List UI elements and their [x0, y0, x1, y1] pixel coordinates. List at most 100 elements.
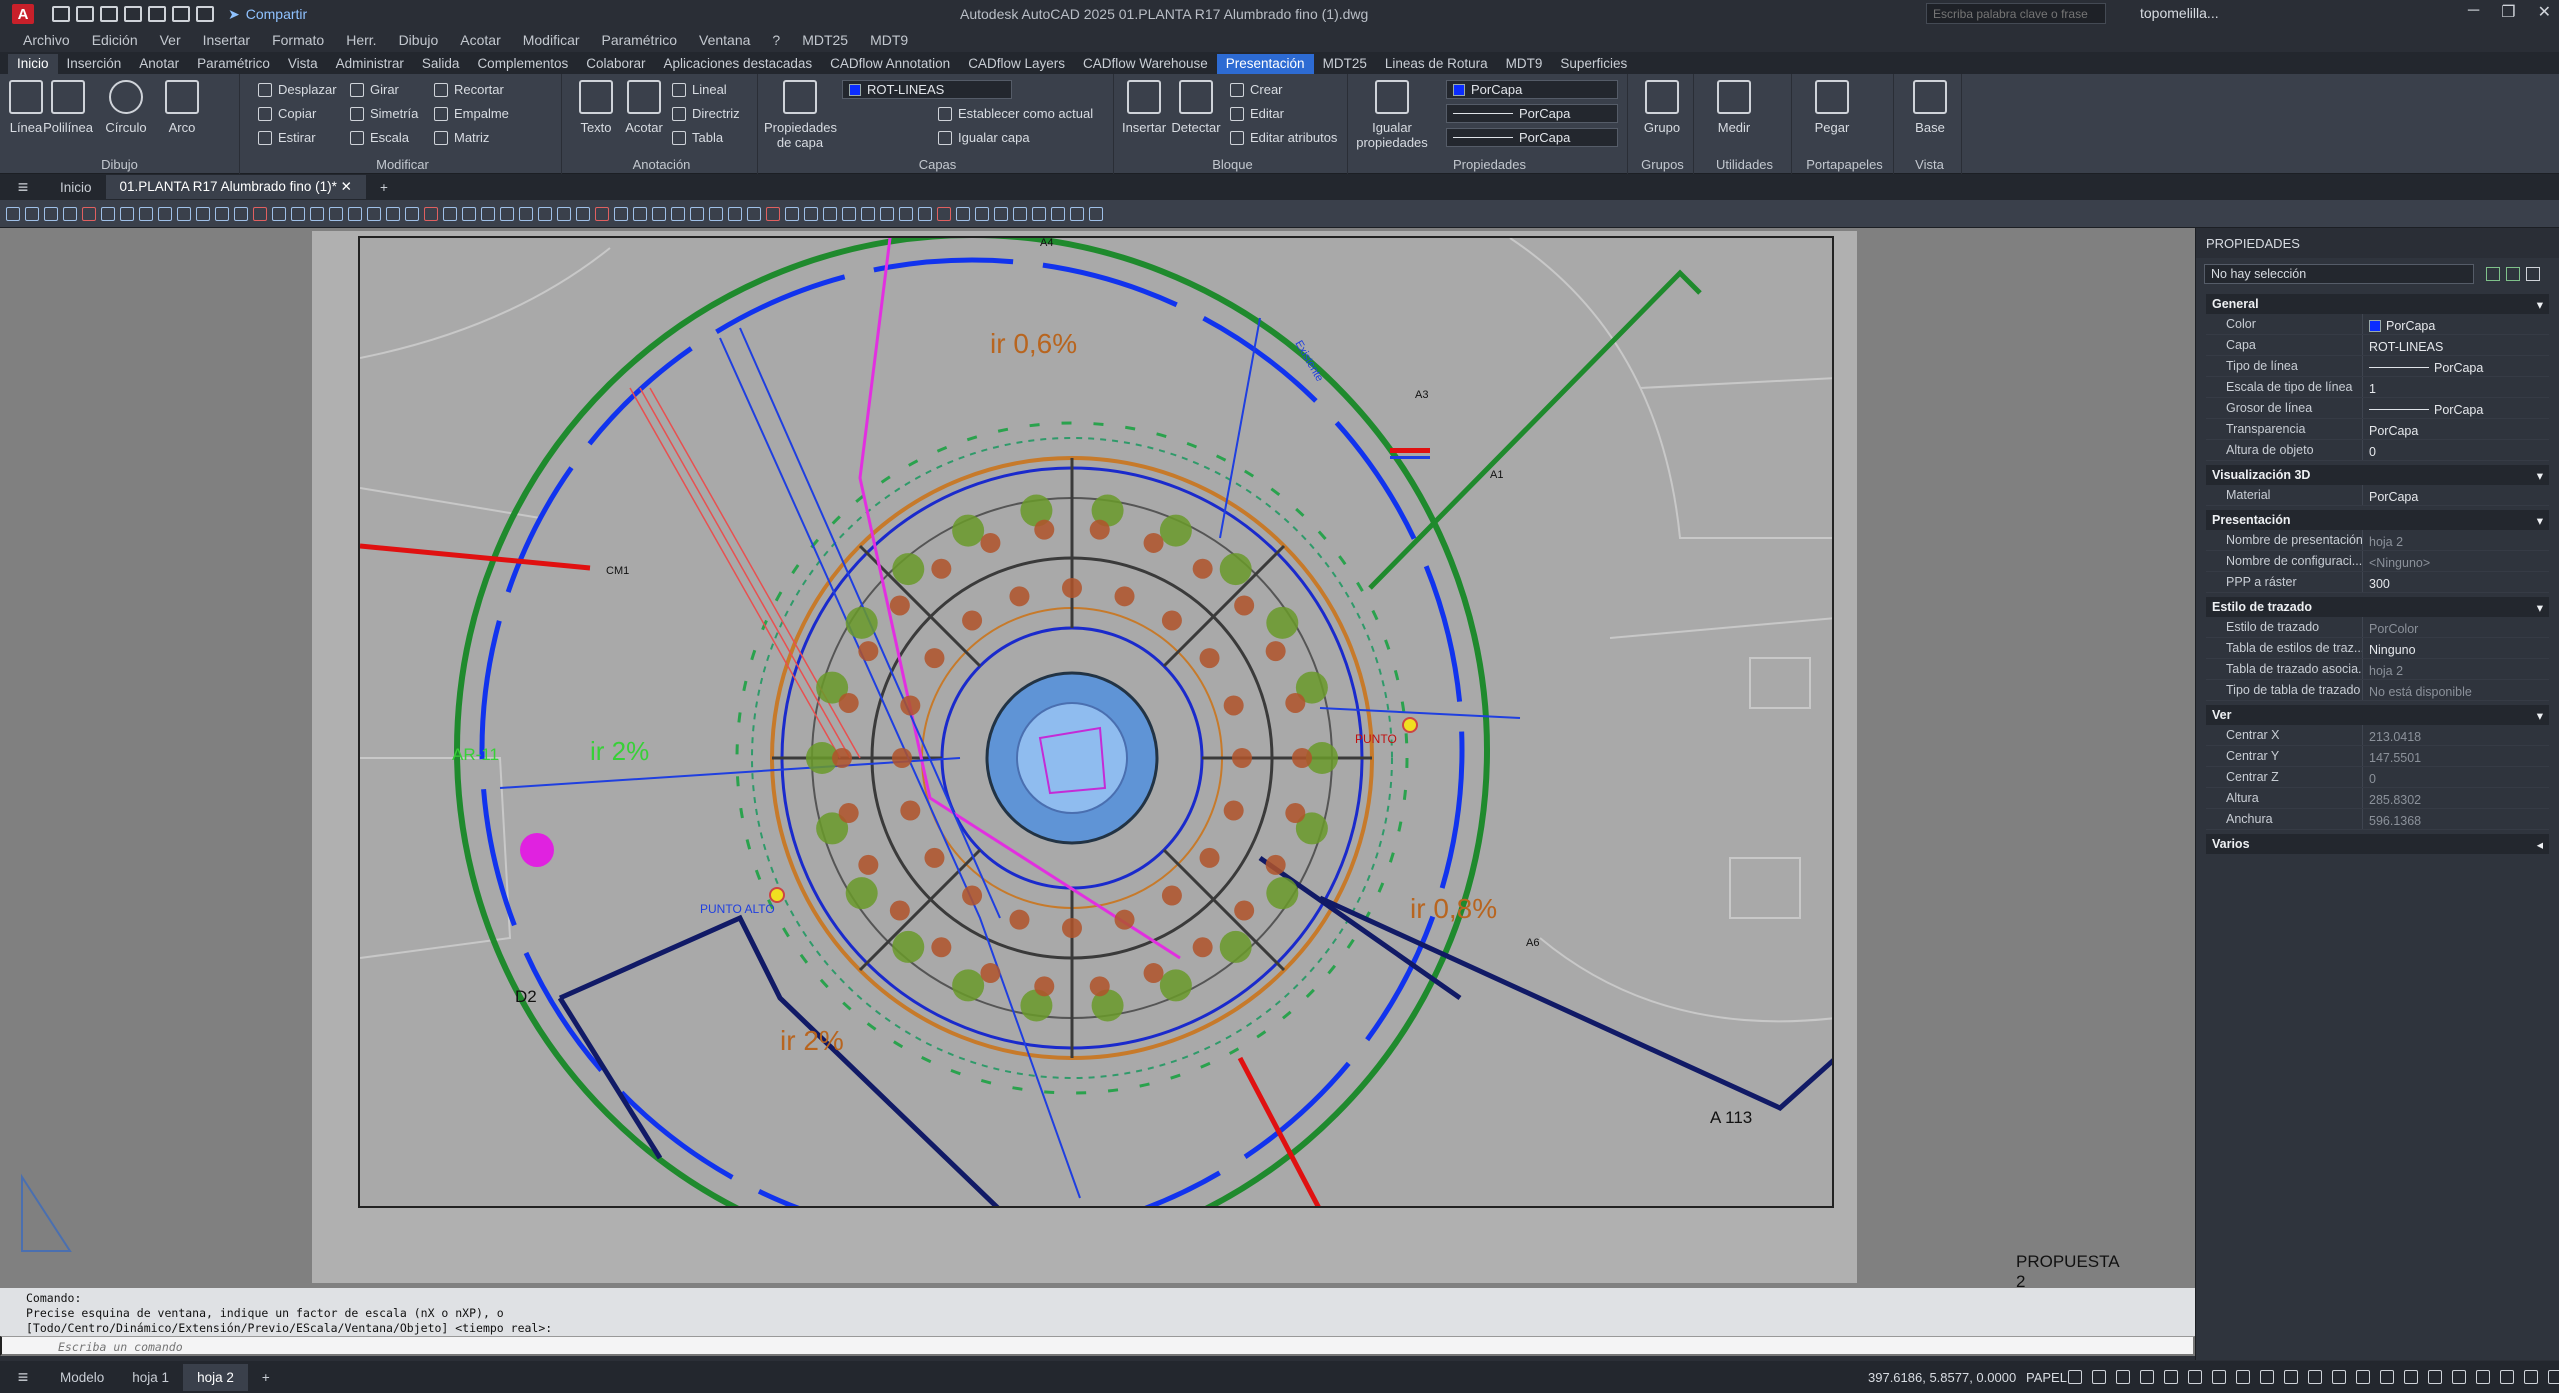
property-value[interactable]: PorCapa	[2362, 356, 2549, 376]
property-value[interactable]: 1	[2362, 377, 2549, 397]
property-value[interactable]: hoja 2	[2362, 530, 2549, 550]
toolbar-tool-icon[interactable]	[329, 206, 343, 221]
tab-lineas-rotura[interactable]: Lineas de Rotura	[1376, 54, 1497, 74]
fillet-button[interactable]: Empalme	[434, 106, 509, 121]
toolbar-tool-icon[interactable]	[63, 206, 77, 221]
edit-block-button[interactable]: Editar	[1230, 106, 1284, 121]
match-properties-button[interactable]: Igualar propiedades	[1352, 80, 1432, 150]
undo-icon[interactable]	[172, 6, 190, 22]
tab-aplicaciones[interactable]: Aplicaciones destacadas	[655, 54, 822, 74]
property-row[interactable]: Escala de tipo de línea 1	[2206, 377, 2549, 398]
toolbar-tool-icon[interactable]	[177, 206, 191, 221]
set-current-button[interactable]: Establecer como actual	[938, 106, 1093, 121]
mirror-button[interactable]: Simetría	[350, 106, 418, 121]
menu-ventana[interactable]: Ventana	[688, 32, 761, 48]
match-layer-button[interactable]: Igualar capa	[938, 130, 1030, 145]
toolbar-tool-icon[interactable]	[120, 206, 134, 221]
status-toggle-icon[interactable]	[2308, 1370, 2322, 1384]
toolbar-tool-icon[interactable]	[462, 206, 476, 221]
menu-archivo[interactable]: Archivo	[12, 32, 81, 48]
tab-mdt25[interactable]: MDT25	[1314, 54, 1376, 74]
toolbar-tool-icon[interactable]	[595, 206, 609, 221]
property-value[interactable]: PorCapa	[2362, 419, 2549, 439]
property-section[interactable]: Presentación ▾	[2206, 510, 2549, 530]
toolbar-tool-icon[interactable]	[291, 206, 305, 221]
layout-menu-icon[interactable]: ≡	[0, 1367, 46, 1388]
layer-combo[interactable]: ROT-LINEAS	[842, 80, 1012, 99]
status-toggle-icon[interactable]	[2524, 1370, 2538, 1384]
menu-herr[interactable]: Herr.	[335, 32, 387, 48]
tab-presentacion[interactable]: Presentación	[1216, 54, 1314, 74]
menu-mdt25[interactable]: MDT25	[791, 32, 859, 48]
autocad-logo-icon[interactable]: A	[12, 4, 34, 24]
toolbar-tool-icon[interactable]	[671, 206, 685, 221]
status-toggle-icon[interactable]	[2476, 1370, 2490, 1384]
tab-salida[interactable]: Salida	[413, 54, 469, 74]
property-row[interactable]: Transparencia PorCapa	[2206, 419, 2549, 440]
property-row[interactable]: Nombre de configuraci... <Ninguno>	[2206, 551, 2549, 572]
status-tab-hoja1[interactable]: hoja 1	[118, 1364, 183, 1391]
toolbar-tool-icon[interactable]	[424, 206, 438, 221]
new-file-icon[interactable]	[52, 6, 70, 22]
tab-cadflow-layers[interactable]: CADflow Layers	[959, 54, 1074, 74]
toolbar-tool-icon[interactable]	[823, 206, 837, 221]
property-section[interactable]: Varios ◂	[2206, 834, 2549, 854]
property-value[interactable]: ROT-LINEAS	[2362, 335, 2549, 355]
toolbar-tool-icon[interactable]	[367, 206, 381, 221]
save-icon[interactable]	[100, 6, 118, 22]
toolbar-tool-icon[interactable]	[842, 206, 856, 221]
status-toggle-icon[interactable]	[2260, 1370, 2274, 1384]
property-value[interactable]: 300	[2362, 572, 2549, 592]
user-account[interactable]: topomelilla...	[2140, 5, 2219, 21]
toolbar-tool-icon[interactable]	[728, 206, 742, 221]
tab-vista[interactable]: Vista	[279, 54, 327, 74]
layer-properties-button[interactable]: Propiedades de capa	[764, 80, 837, 150]
toolbar-tool-icon[interactable]	[481, 206, 495, 221]
property-row[interactable]: Centrar Z 0	[2206, 767, 2549, 788]
property-row[interactable]: Altura 285.8302	[2206, 788, 2549, 809]
status-toggle-icon[interactable]	[2068, 1370, 2082, 1384]
status-toggle-icon[interactable]	[2500, 1370, 2514, 1384]
toolbar-tool-icon[interactable]	[766, 206, 780, 221]
menu-ayuda[interactable]: ?	[761, 32, 791, 48]
tab-parametrico[interactable]: Paramétrico	[188, 54, 279, 74]
insert-button[interactable]: Insertar	[1118, 80, 1170, 135]
property-value[interactable]: 285.8302	[2362, 788, 2549, 808]
collapse-icon[interactable]: ▾	[2537, 600, 2543, 615]
tab-complementos[interactable]: Complementos	[468, 54, 577, 74]
status-toggle-icon[interactable]	[2140, 1370, 2154, 1384]
status-toggle-icon[interactable]	[2188, 1370, 2202, 1384]
status-toggle-icon[interactable]	[2332, 1370, 2346, 1384]
rotate-button[interactable]: Girar	[350, 82, 399, 97]
property-row[interactable]: Tipo de línea PorCapa	[2206, 356, 2549, 377]
property-row[interactable]: Centrar Y 147.5501	[2206, 746, 2549, 767]
select-objects-icon[interactable]	[2506, 267, 2520, 281]
property-value[interactable]: Ninguno	[2362, 638, 2549, 658]
property-row[interactable]: Capa ROT-LINEAS	[2206, 335, 2549, 356]
share-button[interactable]: ➤ Compartir	[228, 6, 307, 23]
linetype-combo[interactable]: PorCapa	[1446, 104, 1618, 123]
selection-combo[interactable]: No hay selección	[2204, 264, 2474, 284]
trim-button[interactable]: Recortar	[434, 82, 504, 97]
add-layout-button[interactable]: +	[248, 1364, 284, 1391]
toolbar-tool-icon[interactable]	[576, 206, 590, 221]
property-row[interactable]: Color PorCapa	[2206, 314, 2549, 335]
drawing-canvas[interactable]: PROPUESTA 2 ir 0,6% ir 0,8% ir 2% ir 2% …	[0, 228, 2195, 1291]
property-section[interactable]: Ver ▾	[2206, 705, 2549, 725]
leader-button[interactable]: Directriz	[672, 106, 740, 121]
property-row[interactable]: Anchura 596.1368	[2206, 809, 2549, 830]
toolbar-tool-icon[interactable]	[937, 206, 951, 221]
toolbar-tool-icon[interactable]	[310, 206, 324, 221]
toolbar-tool-icon[interactable]	[196, 206, 210, 221]
status-toggle-icon[interactable]	[2236, 1370, 2250, 1384]
toolbar-tool-icon[interactable]	[690, 206, 704, 221]
collapse-icon[interactable]: ▾	[2537, 513, 2543, 528]
property-row[interactable]: Grosor de línea PorCapa	[2206, 398, 2549, 419]
quick-select-icon[interactable]	[2486, 267, 2500, 281]
polyline-button[interactable]: Polilínea	[42, 80, 94, 135]
toolbar-tool-icon[interactable]	[348, 206, 362, 221]
toolbar-tool-icon[interactable]	[785, 206, 799, 221]
property-value[interactable]: PorCapa	[2362, 398, 2549, 418]
property-value[interactable]: 213.0418	[2362, 725, 2549, 745]
create-block-button[interactable]: Crear	[1230, 82, 1283, 97]
